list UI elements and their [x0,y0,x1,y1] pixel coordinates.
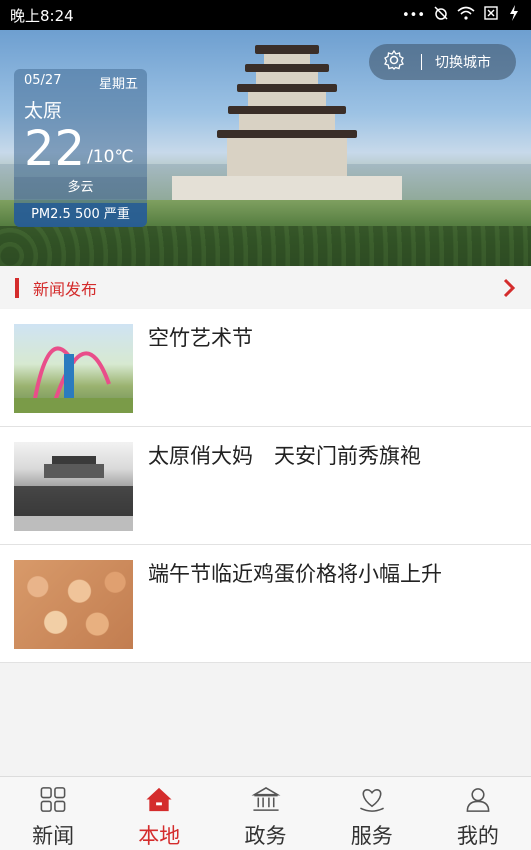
government-building-icon [251,787,280,811]
bottom-tab-bar: 新闻 本地 政务 服务 我的 [0,776,531,850]
weather-city: 太原 [24,100,63,122]
news-thumbnail [14,324,133,413]
weather-weekday: 星期五 [98,77,138,92]
chevron-right-icon[interactable] [499,276,519,300]
sim-off-icon [483,5,499,25]
weather-temp-high: 22 [24,121,86,177]
air-quality-badge: PM2.5 500 严重 [14,203,147,227]
news-section-header[interactable]: 新闻发布 [0,268,531,308]
section-accent-bar [15,278,19,298]
news-item[interactable]: 端午节临近鸡蛋价格将小幅上升 [0,545,531,663]
news-item[interactable]: 空竹艺术节 [0,309,531,427]
alarm-off-icon [433,5,449,25]
gear-icon [383,49,405,75]
news-list: 空竹艺术节 太原俏大妈 天安门前秀旗袍 端午节临近鸡蛋价格将小幅上升 [0,309,531,663]
news-thumbnail [14,560,133,649]
wifi-icon [457,6,475,24]
news-item[interactable]: 太原俏大妈 天安门前秀旗袍 [0,427,531,545]
status-bar: 晚上8:24 ••• [0,0,531,30]
weather-condition: 多云 [14,177,147,199]
tab-label: 新闻 [32,824,75,848]
status-time: 晚上8:24 [10,6,74,25]
home-icon [146,787,172,812]
weather-card[interactable]: 05/27 星期五 太原 22 /10℃ 多云 PM2.5 500 严重 [14,69,147,227]
weather-date: 05/27 [24,73,62,88]
news-headline: 空竹艺术节 [148,326,253,350]
news-headline: 端午节临近鸡蛋价格将小幅上升 [148,562,442,586]
tab-label: 政务 [244,824,287,848]
heart-hands-icon [359,789,384,812]
tab-local[interactable]: 本地 [106,777,212,850]
tab-label: 本地 [138,824,181,848]
user-icon [466,788,490,812]
tab-label: 服务 [350,824,393,848]
tab-label: 我的 [456,824,499,848]
section-title: 新闻发布 [33,280,98,299]
battery-charging-icon [507,4,521,26]
tab-government[interactable]: 政务 [212,777,318,850]
weather-temp-low: /10℃ [87,147,134,167]
tab-news[interactable]: 新闻 [0,777,106,850]
tab-profile[interactable]: 我的 [425,777,531,850]
news-headline: 太原俏大妈 天安门前秀旗袍 [148,444,421,468]
more-dots-icon: ••• [401,7,425,23]
grid-icon [40,787,66,812]
news-thumbnail [14,442,133,531]
pavilion-image [172,40,402,210]
switch-city-button[interactable]: 切换城市 [369,44,516,80]
tab-services[interactable]: 服务 [319,777,425,850]
switch-city-label: 切换城市 [435,55,491,71]
